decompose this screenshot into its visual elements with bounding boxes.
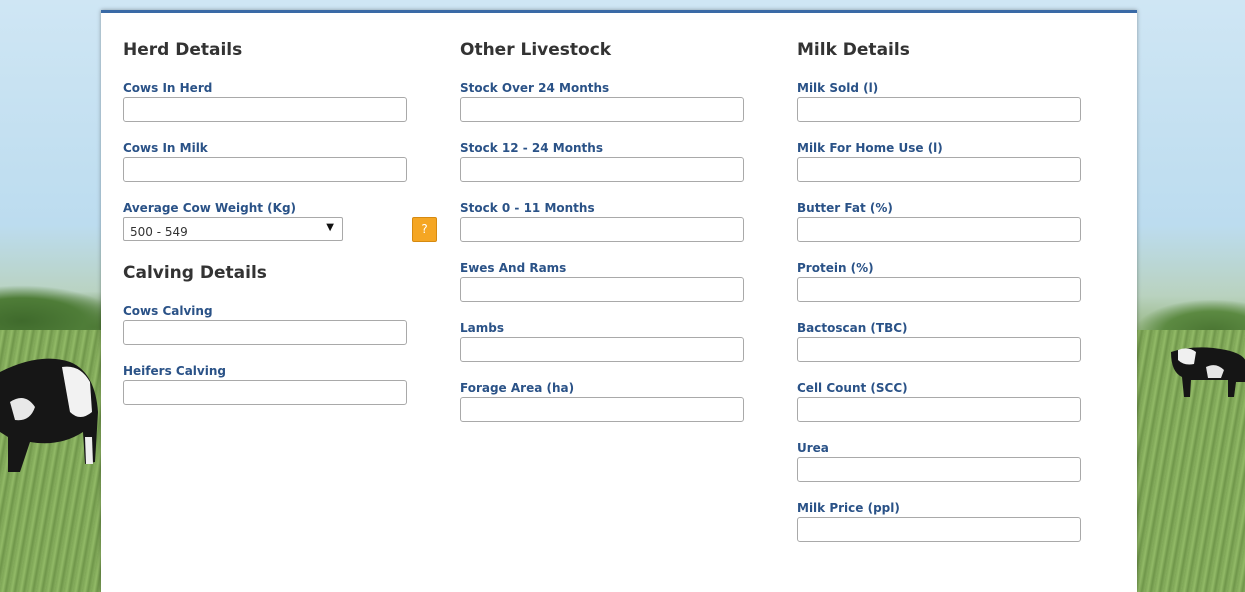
ewes-and-rams-input[interactable] [460, 277, 744, 302]
ewes-and-rams-label: Ewes And Rams [460, 261, 567, 275]
milk-home-use-input[interactable] [797, 157, 1081, 182]
milk-price-label: Milk Price (ppl) [797, 501, 900, 515]
average-cow-weight-label: Average Cow Weight (Kg) [123, 201, 297, 215]
cows-in-herd-label: Cows In Herd [123, 81, 213, 95]
cows-in-milk-input[interactable] [123, 157, 407, 182]
stock-0-11-months-input[interactable] [460, 217, 744, 242]
urea-input[interactable] [797, 457, 1081, 482]
cows-in-milk-label: Cows In Milk [123, 141, 208, 155]
cows-in-herd-input[interactable] [123, 97, 407, 122]
milk-sold-input[interactable] [797, 97, 1081, 122]
lambs-input[interactable] [460, 337, 744, 362]
background-left [0, 0, 101, 592]
stock-over-24-months-input[interactable] [460, 97, 744, 122]
heifers-calving-input[interactable] [123, 380, 407, 405]
milk-details-heading: Milk Details [797, 40, 910, 60]
butter-fat-input[interactable] [797, 217, 1081, 242]
lambs-label: Lambs [460, 321, 504, 335]
stock-0-11-months-label: Stock 0 - 11 Months [460, 201, 595, 215]
bactoscan-label: Bactoscan (TBC) [797, 321, 908, 335]
cows-calving-label: Cows Calving [123, 304, 213, 318]
average-cow-weight-selected: 500 - 549 [130, 225, 188, 239]
stock-12-24-months-input[interactable] [460, 157, 744, 182]
stock-12-24-months-label: Stock 12 - 24 Months [460, 141, 603, 155]
calving-details-heading: Calving Details [123, 263, 267, 283]
cow-image-left [0, 358, 98, 472]
help-button[interactable]: ? [412, 217, 437, 242]
cell-count-label: Cell Count (SCC) [797, 381, 908, 395]
protein-input[interactable] [797, 277, 1081, 302]
cell-count-input[interactable] [797, 397, 1081, 422]
bactoscan-input[interactable] [797, 337, 1081, 362]
average-cow-weight-select[interactable]: 500 - 549 ▼ [123, 217, 343, 241]
cow-image-right [1171, 347, 1245, 397]
background-right [1136, 0, 1245, 592]
butter-fat-label: Butter Fat (%) [797, 201, 893, 215]
stock-over-24-months-label: Stock Over 24 Months [460, 81, 610, 95]
heifers-calving-label: Heifers Calving [123, 364, 226, 378]
forage-area-label: Forage Area (ha) [460, 381, 575, 395]
milk-home-use-label: Milk For Home Use (l) [797, 141, 943, 155]
protein-label: Protein (%) [797, 261, 874, 275]
herd-details-heading: Herd Details [123, 40, 243, 60]
other-livestock-heading: Other Livestock [460, 40, 612, 60]
forage-area-input[interactable] [460, 397, 744, 422]
dropdown-arrow-icon: ▼ [326, 222, 334, 233]
cows-calving-input[interactable] [123, 320, 407, 345]
urea-label: Urea [797, 441, 829, 455]
milk-sold-label: Milk Sold (l) [797, 81, 879, 95]
milk-price-input[interactable] [797, 517, 1081, 542]
form-panel: Herd Details Cows In Herd Cows In Milk A… [101, 10, 1137, 592]
